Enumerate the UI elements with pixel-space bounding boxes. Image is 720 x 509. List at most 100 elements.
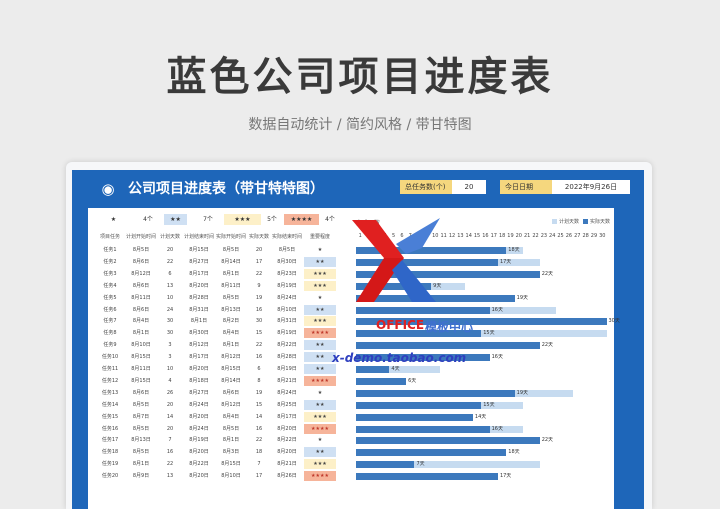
table-cell: 20 xyxy=(166,247,174,253)
table-cell: 14 xyxy=(166,413,174,420)
table-cell: 任务18 xyxy=(101,449,119,456)
importance-cell: ★★★★ xyxy=(304,471,336,482)
table-cell: 8月1日 xyxy=(190,318,208,325)
page-subtitle: 数据自动统计 / 简约风格 / 带甘特图 xyxy=(248,117,472,133)
table-row: 任务11 8月11日 10 8月20日 8月15日 6 8月19日 ★★ xyxy=(96,364,352,375)
table-cell: 6 xyxy=(257,366,261,372)
table-cell: 8月15日 xyxy=(131,354,151,361)
table-cell: 8月22日 xyxy=(189,461,209,468)
table-cell: 8月20日 xyxy=(189,366,209,372)
table-cell: 22 xyxy=(255,437,263,444)
table-cell: 任务16 xyxy=(101,425,119,432)
today-date-label: 今日日期 xyxy=(500,180,552,194)
gantt-legend: 计划天数 实际天数 xyxy=(548,218,610,225)
importance-cell: ★★ xyxy=(304,364,336,374)
gantt-bar-label: 19天 xyxy=(516,389,529,396)
table-cell: 任务14 xyxy=(101,401,119,408)
table-cell: 22 xyxy=(255,270,263,277)
table-row: 任务12 8月15日 4 8月18日 8月14日 8 8月21日 ★★★★ xyxy=(96,375,352,387)
table-cell: 8月20日 xyxy=(189,282,209,289)
table-row: 任务15 8月7日 14 8月20日 8月4日 14 8月17日 ★★★ xyxy=(96,411,352,423)
table-cell: 8月1日 xyxy=(222,270,240,277)
legend-plan-label: 计划天数 xyxy=(559,219,580,225)
gantt-tick-label: 21 xyxy=(523,233,531,239)
gantt-actual-bar xyxy=(356,449,507,457)
watermark-brand: OFFICE xyxy=(376,318,425,332)
table-cell: 22 xyxy=(166,258,174,265)
importance-cell: ★★★★ xyxy=(304,328,336,339)
gantt-bar-label: 16天 xyxy=(491,425,503,432)
table-cell: 8月15日 xyxy=(221,366,241,372)
column-header: 实际结束时间 xyxy=(272,234,303,240)
gantt-tick-label: 13 xyxy=(457,233,464,239)
gantt-bar-label: 18天 xyxy=(508,247,520,253)
gantt-bar-label: 6天 xyxy=(408,377,417,384)
gantt-actual-bar xyxy=(356,306,490,314)
importance-cell: ★★★★ xyxy=(304,423,336,434)
table-row: 任务20 8月9日 13 8月20日 8月10日 17 8月26日 ★★★★ xyxy=(96,471,352,482)
gantt-tick-label: 26 xyxy=(565,233,573,239)
table-cell: 8月21日 xyxy=(277,461,297,468)
table-cell: 任务7 xyxy=(103,318,117,325)
table-cell: 任务17 xyxy=(101,437,119,444)
table-cell: 16 xyxy=(255,306,263,313)
importance-cell: ★★ xyxy=(304,340,336,351)
table-row: 任务19 8月1日 22 8月22日 8月15日 7 8月21日 ★★★ xyxy=(96,459,352,470)
table-cell: 8月10日 xyxy=(131,342,151,349)
table-cell: 8月27日 xyxy=(189,258,209,265)
gantt-tick-label: 12 xyxy=(448,233,456,239)
table-cell: 8月5日 xyxy=(132,247,150,253)
total-tasks-value: 20 xyxy=(452,180,486,194)
table-cell: 8月20日 xyxy=(189,413,209,420)
table-cell: 17 xyxy=(255,473,263,480)
table-cell: 8月17日 xyxy=(189,354,209,361)
table-cell: 任务20 xyxy=(101,473,119,480)
importance-cell: ★ xyxy=(304,245,336,255)
table-row: 任务8 8月1日 30 8月30日 8月4日 15 8月19日 ★★★★ xyxy=(96,328,352,339)
table-cell: 8月5日 xyxy=(132,449,150,456)
table-cell: 任务11 xyxy=(101,366,119,372)
level-1-count: 4个 xyxy=(143,216,153,223)
gantt-bar-label: 18天 xyxy=(508,449,520,456)
table-cell: 8月20日 xyxy=(277,425,297,432)
table-cell: 8月6日 xyxy=(132,306,150,313)
table-cell: 8月5日 xyxy=(278,247,296,253)
table-cell: 16 xyxy=(255,425,263,432)
gantt-actual-bar xyxy=(356,473,498,481)
table-cell: 30 xyxy=(255,318,263,325)
table-cell: 8月27日 xyxy=(189,389,209,396)
gantt-tick-label: 25 xyxy=(557,233,564,239)
gantt-tick-label: 14 xyxy=(465,233,472,239)
gantt-tick-label: 27 xyxy=(574,233,581,239)
watermark-x-logo xyxy=(352,218,440,302)
table-row: 任务2 8月6日 22 8月27日 8月14日 17 8月30日 ★★ xyxy=(96,256,352,268)
column-header: 重要程度 xyxy=(309,234,330,240)
table-cell: 8月5日 xyxy=(222,294,240,301)
gantt-bar-label: 22天 xyxy=(541,342,554,349)
table-cell: 3 xyxy=(168,342,172,349)
gantt-actual-bar xyxy=(356,461,415,469)
table-cell: 8月19日 xyxy=(277,282,297,289)
table-cell: 8月15日 xyxy=(221,461,241,468)
importance-cell: ★ xyxy=(304,387,336,398)
gantt-tick-label: 16 xyxy=(482,233,489,239)
gantt-bar-label: 22天 xyxy=(541,437,554,444)
table-cell: 8月3日 xyxy=(222,449,240,456)
table-cell: 8月19日 xyxy=(189,437,209,444)
importance-cell: ★★★ xyxy=(304,411,336,422)
table-cell: 8月6日 xyxy=(222,389,240,396)
table-cell: 8月2日 xyxy=(222,318,240,325)
table-cell: 8月31日 xyxy=(189,306,209,313)
column-header: 实际开始时间 xyxy=(216,234,247,240)
table-cell: 8月20日 xyxy=(189,449,209,456)
table-cell: 任务9 xyxy=(103,342,117,349)
table-cell: 8月19日 xyxy=(277,330,297,337)
table-cell: 10 xyxy=(166,294,174,301)
table-cell: 8月6日 xyxy=(132,389,150,396)
table-cell: 8月5日 xyxy=(132,425,150,432)
table-cell: 13 xyxy=(166,282,174,289)
table-cell: 任务3 xyxy=(103,270,117,277)
table-cell: 任务6 xyxy=(103,306,117,313)
gantt-actual-bar xyxy=(356,366,390,373)
column-header: 项目任务 xyxy=(99,234,120,240)
